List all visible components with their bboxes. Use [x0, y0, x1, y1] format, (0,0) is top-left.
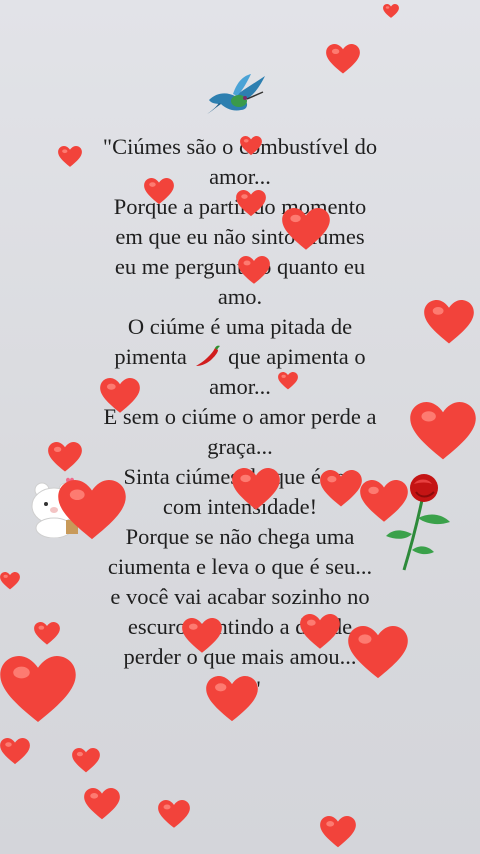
- red-heart-icon: [240, 136, 262, 156]
- red-heart-icon: [236, 190, 266, 217]
- red-heart-icon: [84, 788, 120, 820]
- chili-pepper-icon: [193, 344, 223, 368]
- red-heart-icon: [320, 816, 356, 848]
- red-heart-icon: [206, 676, 258, 723]
- red-heart-icon: [232, 468, 280, 511]
- hummingbird-icon: [203, 70, 269, 116]
- red-heart-icon: [238, 256, 270, 285]
- red-heart-icon: [72, 748, 100, 773]
- red-heart-icon: [100, 378, 140, 414]
- red-heart-icon: [326, 44, 360, 75]
- red-heart-icon: [0, 572, 20, 590]
- red-heart-icon: [0, 738, 30, 765]
- red-heart-icon: [158, 800, 190, 829]
- red-heart-icon: [424, 300, 474, 345]
- red-heart-icon: [278, 372, 298, 390]
- red-heart-icon: [410, 402, 476, 461]
- quote-line-with-emoji: pimenta que apimenta o: [60, 342, 420, 372]
- red-heart-icon: [48, 442, 82, 473]
- red-heart-icon: [348, 626, 408, 680]
- quote-fragment: que apimenta o: [228, 344, 366, 369]
- red-heart-icon: [144, 178, 174, 205]
- red-heart-icon: [320, 470, 362, 508]
- quote-line: amo.: [217, 284, 263, 309]
- quote-line: graça...: [207, 434, 273, 459]
- quote-fragment: pimenta: [114, 344, 187, 369]
- quote-line: em que eu não sinto ciúmes: [115, 224, 365, 249]
- quote-line: amor...: [209, 164, 271, 189]
- red-heart-icon: [383, 4, 399, 18]
- red-heart-icon: [34, 622, 60, 645]
- quote-line: e você vai acabar sozinho no: [110, 584, 370, 609]
- red-heart-icon: [0, 656, 76, 724]
- red-heart-icon: [360, 480, 408, 523]
- quote-line: ciumenta e leva o que é seu...: [107, 554, 373, 579]
- quote-line: O ciúme é uma pitada de: [127, 314, 353, 339]
- red-heart-icon: [58, 480, 126, 541]
- red-heart-icon: [182, 618, 222, 654]
- video-frame: "Ciúmes são o combustível do amor... Por…: [0, 0, 480, 854]
- red-heart-icon: [58, 146, 82, 168]
- red-heart-icon: [282, 208, 330, 251]
- red-heart-icon: [300, 614, 340, 650]
